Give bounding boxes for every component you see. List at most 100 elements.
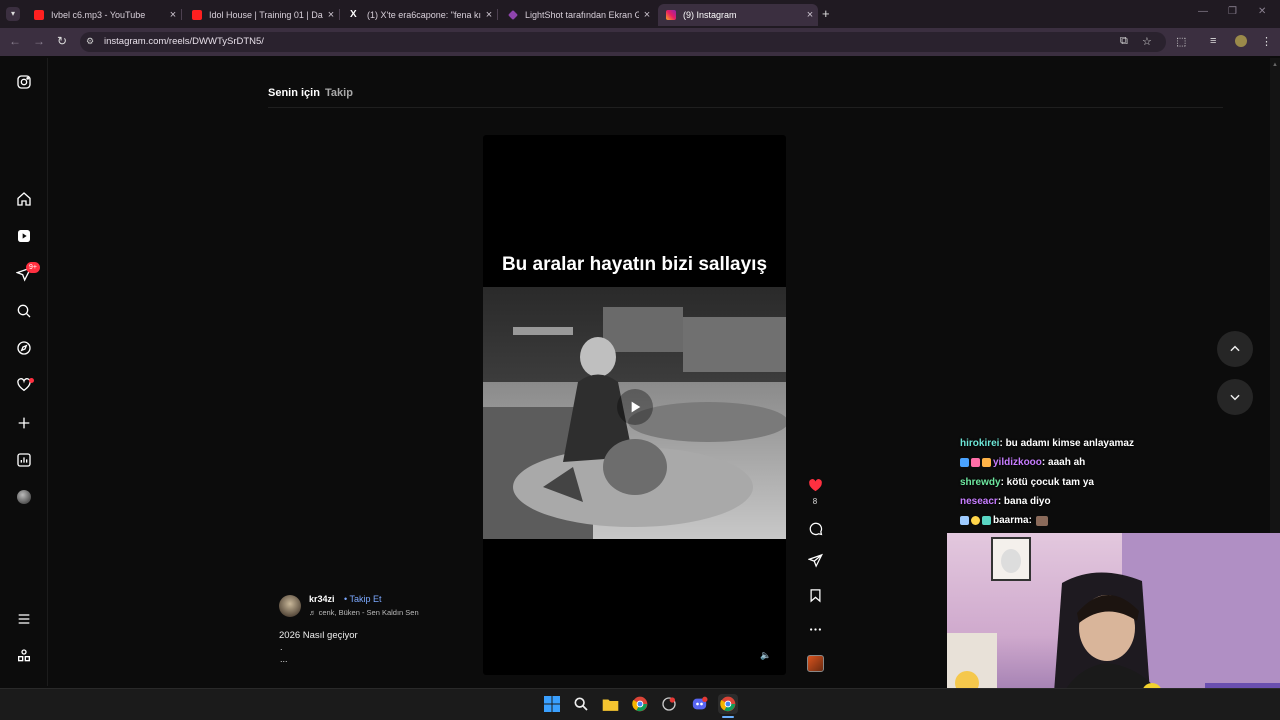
extensions-icon[interactable]: ⬚ xyxy=(1176,35,1186,48)
chat-emote-icon xyxy=(1035,515,1048,526)
close-icon[interactable]: × xyxy=(802,9,818,21)
chat-badge-icon xyxy=(960,458,969,467)
install-app-icon[interactable]: ⧉ xyxy=(1120,35,1128,48)
tab-separator xyxy=(181,9,182,20)
chat-text: : bana diyo xyxy=(997,496,1051,507)
play-button[interactable] xyxy=(617,389,653,425)
next-reel-button[interactable] xyxy=(1217,379,1253,415)
tab-x-post[interactable]: X (1) X'te era6capone: "fena kıskı × xyxy=(342,4,497,26)
close-icon[interactable]: × xyxy=(323,9,339,21)
chat-username: yildizkooo xyxy=(993,457,1042,468)
home-icon[interactable] xyxy=(14,189,34,209)
chat-text: : aaah ah xyxy=(1041,457,1086,468)
tab-title: LightShot tarafından Ekran Görü xyxy=(525,10,639,20)
chevron-down-icon xyxy=(1230,394,1240,401)
forward-icon[interactable]: → xyxy=(33,34,45,48)
like-icon[interactable] xyxy=(806,476,824,494)
profile-avatar-icon[interactable] xyxy=(1235,35,1247,47)
chat-badge-icon xyxy=(982,458,991,467)
taskbar-search-icon[interactable] xyxy=(571,694,591,714)
chat-message: yildizkooo : aaah ah xyxy=(960,457,1085,468)
profile-icon[interactable] xyxy=(17,490,31,504)
more-options-icon[interactable] xyxy=(806,620,824,638)
tab-title: (9) Instagram xyxy=(683,10,737,20)
previous-reel-button[interactable] xyxy=(1217,331,1253,367)
tab-title: (1) X'te era6capone: "fena kıskı xyxy=(367,10,481,20)
site-info-icon[interactable]: ⚙ xyxy=(86,36,94,47)
discord-icon[interactable] xyxy=(689,694,709,714)
browser-menu-icon[interactable]: ⋮ xyxy=(1261,35,1272,48)
post-author-username[interactable]: kr34zi xyxy=(309,594,335,604)
chat-text: : kötü çocuk tam ya xyxy=(1000,477,1094,488)
post-author-avatar[interactable] xyxy=(279,595,301,617)
post-caption: 2026 Nasıl geçiyor xyxy=(279,630,358,641)
chrome-active-icon[interactable] xyxy=(718,694,738,714)
instagram-icon[interactable] xyxy=(14,72,34,92)
chat-message: baarma : xyxy=(960,515,1050,526)
tab-lightshot[interactable]: LightShot tarafından Ekran Görü × xyxy=(500,4,655,26)
create-icon[interactable] xyxy=(14,413,34,433)
sidebar-divider xyxy=(47,58,48,686)
app-icon[interactable] xyxy=(659,694,679,714)
chat-message: neseacr : bana diyo xyxy=(960,496,1051,507)
tab-youtube-ivbel[interactable]: Ivbel c6.mp3 - YouTube × xyxy=(26,4,181,26)
chrome-icon[interactable] xyxy=(630,694,650,714)
dashboard-icon[interactable] xyxy=(14,450,34,470)
menu-icon[interactable] xyxy=(14,609,34,629)
reload-icon[interactable]: ↻ xyxy=(57,34,67,48)
scroll-up-icon[interactable]: ▲ xyxy=(1272,62,1278,68)
tab-following[interactable]: Takip xyxy=(325,87,353,99)
like-count: 8 xyxy=(812,497,818,506)
explore-icon[interactable] xyxy=(14,338,34,358)
close-icon[interactable]: × xyxy=(165,9,181,21)
file-explorer-icon[interactable] xyxy=(600,694,620,714)
url-text[interactable]: instagram.com/reels/DWWTySrDTN5/ xyxy=(104,36,264,47)
mute-icon[interactable]: 🔈 xyxy=(760,650,771,661)
chat-badge-icon xyxy=(960,516,969,525)
chat-username: shrewdy xyxy=(960,477,1001,488)
chat-text: : bu adamı kimse anlayamaz xyxy=(999,438,1134,449)
close-icon[interactable]: × xyxy=(481,9,497,21)
minimize-icon[interactable]: — xyxy=(1198,6,1208,17)
chevron-up-icon xyxy=(1230,345,1240,352)
caption-more-link[interactable]: ... xyxy=(280,654,288,664)
back-icon[interactable]: ← xyxy=(9,34,21,48)
windows-start-icon[interactable] xyxy=(542,694,562,714)
chat-badge-icon xyxy=(971,516,980,525)
reels-icon[interactable] xyxy=(14,226,34,246)
chat-text: : xyxy=(1028,515,1032,526)
share-icon[interactable] xyxy=(806,551,824,569)
tab-for-you[interactable]: Senin için xyxy=(268,87,320,99)
tab-title: Idol House | Training 01 | Dans xyxy=(209,10,323,20)
maximize-icon[interactable]: ❐ xyxy=(1228,6,1237,17)
close-icon[interactable]: × xyxy=(639,9,655,21)
chat-badge-icon xyxy=(982,516,991,525)
save-icon[interactable] xyxy=(806,586,824,604)
active-app-indicator xyxy=(722,716,734,718)
play-icon xyxy=(631,401,641,413)
chat-username: baarma xyxy=(993,515,1029,526)
notification-dot xyxy=(29,378,34,383)
instagram-favicon-icon xyxy=(666,10,676,20)
chat-badge-icon xyxy=(971,458,980,467)
youtube-icon xyxy=(34,10,44,20)
tab-title: Ivbel c6.mp3 - YouTube xyxy=(51,10,146,20)
comment-icon[interactable] xyxy=(806,519,824,537)
tab-search-button[interactable]: ▾ xyxy=(6,7,20,21)
media-controls-icon[interactable]: ≡ xyxy=(1210,35,1216,47)
post-audio-track[interactable]: ♬ cenk, Büken - Sen Kaldın Sen xyxy=(309,608,444,617)
chat-username: hirokirei xyxy=(960,438,1000,449)
chat-message: hirokirei : bu adamı kimse anlayamaz xyxy=(960,438,1134,449)
more-apps-icon[interactable] xyxy=(14,646,34,666)
x-logo-icon: X xyxy=(350,9,357,20)
new-tab-button[interactable]: + xyxy=(822,6,830,21)
window-close-icon[interactable]: ✕ xyxy=(1258,6,1266,17)
search-icon[interactable] xyxy=(14,301,34,321)
tab-instagram[interactable]: (9) Instagram × xyxy=(658,4,818,26)
reel-text-overlay: Bu aralar hayatın bizi sallayış xyxy=(501,254,768,275)
bookmark-star-icon[interactable]: ☆ xyxy=(1142,35,1152,48)
tab-youtube-idol-house[interactable]: Idol House | Training 01 | Dans × xyxy=(184,4,339,26)
post-caption-line: . xyxy=(280,642,283,652)
audio-thumbnail[interactable] xyxy=(807,655,824,672)
follow-button[interactable]: • Takip Et xyxy=(344,594,382,604)
